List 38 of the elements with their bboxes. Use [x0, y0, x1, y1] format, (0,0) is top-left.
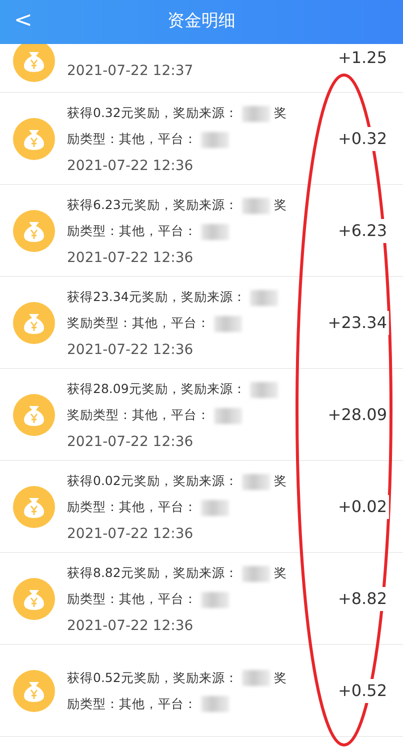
reward-description: 获得0.52元奖励，奖励来源： 奖励类型：其他，平台： [67, 668, 288, 714]
reward-description: 获得6.23元奖励，奖励来源： 奖励类型：其他，平台： [67, 196, 288, 242]
reward-description: 获得0.32元奖励，奖励来源： 奖励类型：其他，平台： [67, 104, 288, 150]
money-bag-icon [13, 486, 55, 528]
record-time: 2021-07-22 12:36 [67, 341, 194, 360]
redacted-block [201, 696, 229, 712]
record-time: 2021-07-22 12:36 [67, 617, 194, 636]
money-bag-icon [13, 302, 55, 344]
record-time: 2021-07-22 12:36 [67, 249, 194, 268]
reward-description: 获得23.34元奖励，奖励来源： 奖励类型：其他，平台： [67, 284, 289, 336]
redacted-block [201, 224, 229, 240]
redacted-block [201, 132, 229, 148]
money-bag-icon [13, 118, 55, 160]
reward-description: 获得8.82元奖励，奖励来源： 奖励类型：其他，平台： [67, 564, 288, 610]
redacted-block [201, 500, 229, 516]
redacted-block [250, 290, 278, 306]
redacted-block [242, 198, 270, 214]
record-time: 2021-07-22 12:37 [67, 62, 194, 81]
redacted-block [214, 316, 242, 332]
page-title: 资金明细 [168, 10, 236, 34]
record-time: 2021-07-22 12:36 [67, 525, 194, 544]
money-bag-icon [13, 578, 55, 620]
money-bag-icon [13, 394, 55, 436]
money-bag-icon [13, 210, 55, 252]
redacted-block [201, 592, 229, 608]
record-time: 2021-07-22 12:36 [67, 157, 194, 176]
money-bag-icon [13, 670, 55, 712]
back-button[interactable]: < [10, 8, 36, 34]
reward-description: 获得28.09元奖励，奖励来源： 奖励类型：其他，平台： [67, 376, 289, 428]
money-bag-icon [13, 44, 55, 82]
redacted-block [250, 382, 278, 398]
reward-description: 获得0.02元奖励，奖励来源： 奖励类型：其他，平台： [67, 472, 288, 518]
redacted-block [242, 474, 270, 490]
redacted-block [242, 566, 270, 582]
record-time: 2021-07-22 12:36 [67, 433, 194, 452]
redacted-block [242, 106, 270, 122]
redacted-block [214, 408, 242, 424]
redacted-block [242, 670, 270, 686]
